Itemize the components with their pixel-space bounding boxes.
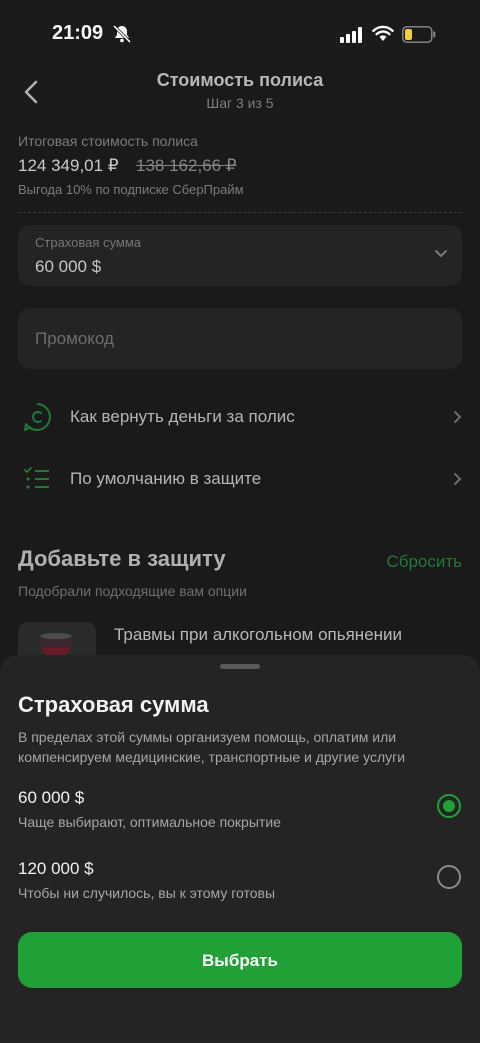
reset-button[interactable]: Сбросить [386,552,462,572]
status-time: 21:09 [52,22,104,44]
add-protection-subtitle: Подобрали подходящие вам опции [18,583,247,599]
refund-info-label: Как вернуть деньги за полис [70,407,295,426]
page-title: Стоимость полиса [156,70,324,90]
screen: 21:09 Стоимость полиса Шаг 3 из 5 Итогов… [0,0,480,1043]
bell-muted-icon [112,24,132,44]
option-amount: 60 000 $ [18,788,85,807]
sheet-description: В пределах этой суммы организуем помощь,… [18,729,406,765]
chevron-right-icon [454,411,462,423]
insurance-sum-value: 60 000 $ [35,257,102,276]
total-cost-label: Итоговая стоимость полиса [18,133,198,149]
battery-icon [402,26,436,43]
default-protection-link[interactable]: По умолчанию в защите [18,456,462,500]
select-button[interactable]: Выбрать [18,932,462,988]
benefit-text: Выгода 10% по подписке СберПрайм [18,182,244,197]
add-protection-title: Добавьте в защиту [18,546,226,571]
page-step: Шаг 3 из 5 [206,95,274,111]
chevron-down-icon [435,250,447,258]
option-60000[interactable]: 60 000 $ Чаще выбирают, оптимальное покр… [18,788,462,840]
promo-code-placeholder: Промокод [35,329,114,348]
radio-unselected[interactable] [437,865,461,889]
total-price: 124 349,01 ₽ [18,156,119,175]
chevron-right-icon [454,473,462,485]
option-120000[interactable]: 120 000 $ Чтобы ни случилось, вы к этому… [18,859,462,911]
default-protection-label: По умолчанию в защите [70,469,262,488]
divider [18,212,462,213]
bottom-sheet: Страховая сумма В пределах этой суммы ор… [0,655,480,1043]
checklist-icon [24,467,49,489]
promo-code-input[interactable]: Промокод [18,308,462,369]
option-note: Чаще выбирают, оптимальное покрытие [18,814,281,830]
option-note: Чтобы ни случилось, вы к этому готовы [18,885,276,901]
status-bar: 21:09 [0,0,480,70]
sheet-drag-handle[interactable] [220,664,260,669]
refund-info-link[interactable]: Как вернуть деньги за полис [18,394,462,438]
insurance-sum-field[interactable]: Страховая сумма 60 000 $ [18,225,462,286]
option-title: Травмы при алкогольном опьянении [114,625,403,644]
radio-selected[interactable] [437,794,461,818]
wifi-icon [372,25,394,41]
signal-icon [340,27,362,43]
sheet-title: Страховая сумма [18,692,209,717]
insurance-sum-label: Страховая сумма [35,235,141,250]
option-amount: 120 000 $ [18,859,94,878]
coin-return-icon [24,403,51,431]
old-price: 138 162,66 ₽ [136,156,237,175]
